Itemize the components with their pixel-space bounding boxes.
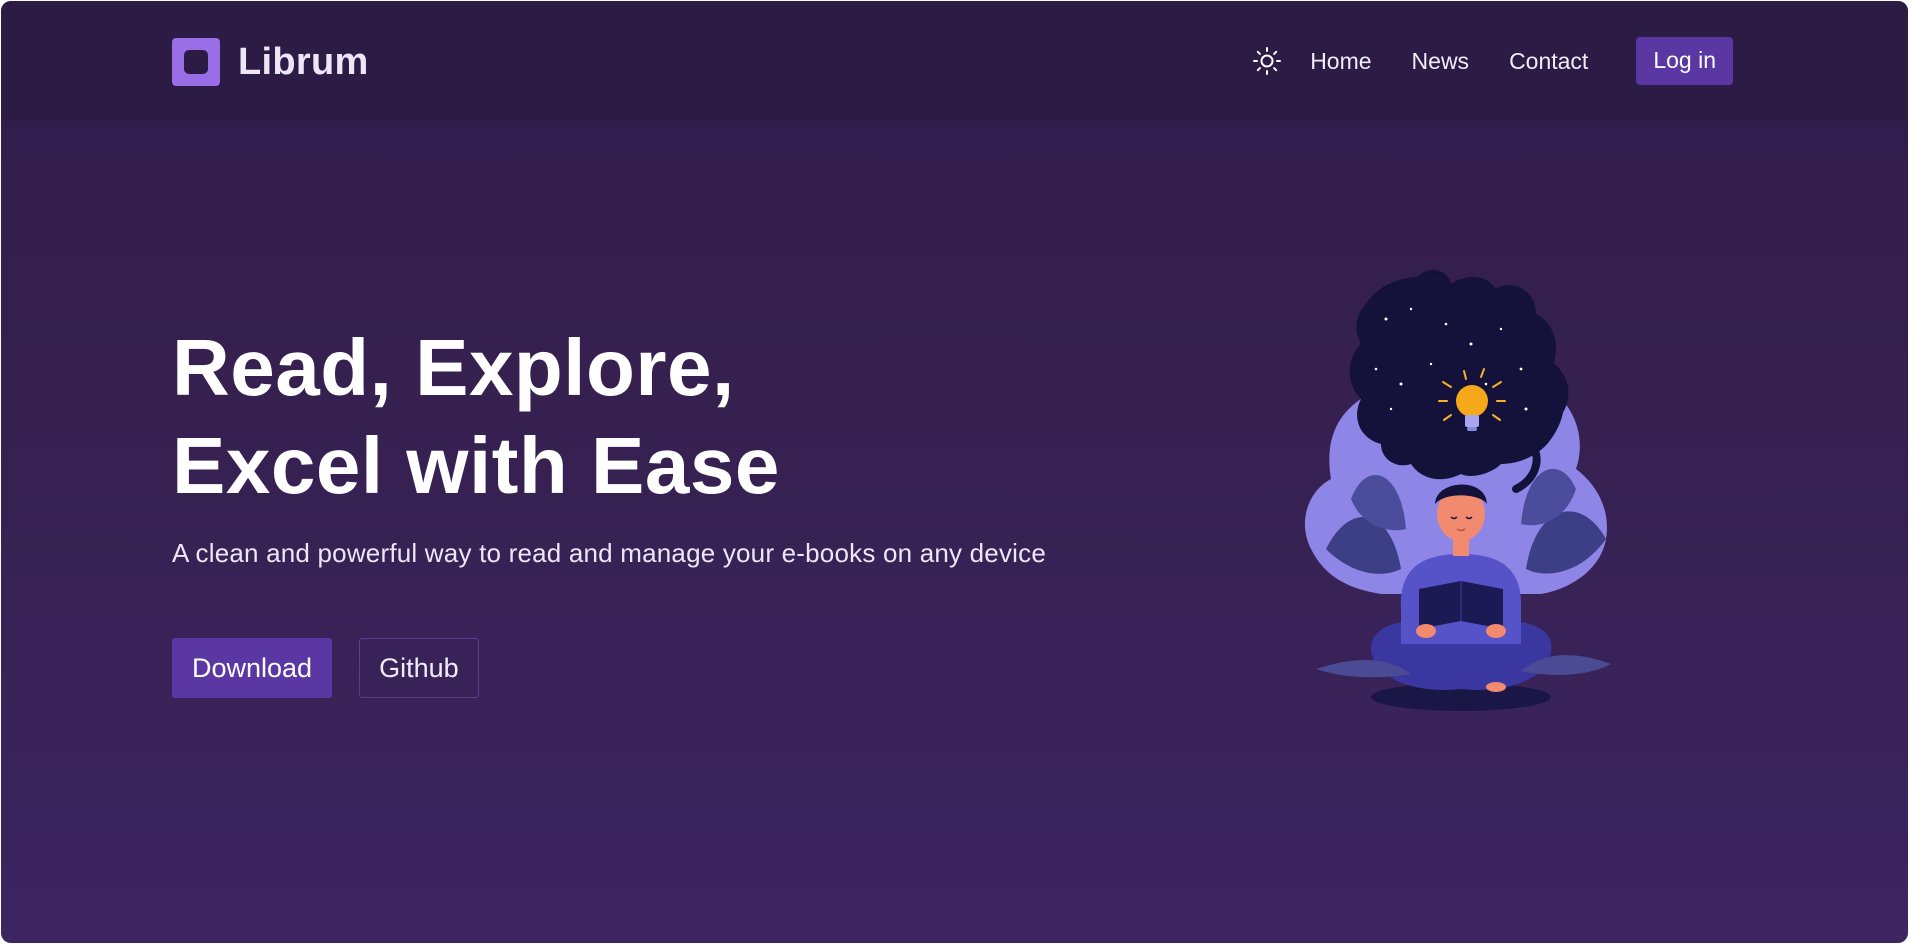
theme-toggle-button[interactable]: [1250, 44, 1284, 78]
reading-woman-lightbulb-illustration: [1304, 269, 1611, 711]
hero-title-line-1: Read, Explore,: [172, 323, 735, 412]
sun-icon: [1253, 47, 1282, 75]
login-button[interactable]: Log in: [1636, 37, 1733, 85]
github-button[interactable]: Github: [359, 638, 479, 698]
logo-icon: [172, 38, 220, 86]
page: Librum Home News Contact Log in Read, Ex…: [1, 1, 1908, 943]
nav-news-link[interactable]: News: [1412, 48, 1470, 75]
brand-name: Librum: [238, 40, 369, 83]
nav-home-link[interactable]: Home: [1310, 48, 1371, 75]
brand-logo[interactable]: Librum: [172, 38, 369, 86]
hero-title-line-2: Excel with Ease: [172, 421, 780, 510]
download-button[interactable]: Download: [172, 638, 333, 698]
main-nav: Home News Contact Log in: [1250, 37, 1733, 85]
site-header: Librum Home News Contact Log in: [1, 1, 1908, 121]
nav-contact-link[interactable]: Contact: [1509, 48, 1588, 75]
hero-actions: Download Github: [172, 638, 479, 698]
hero-subtitle: A clean and powerful way to read and man…: [172, 538, 1046, 568]
hero-title: Read, Explore, Excel with Ease: [172, 319, 780, 515]
